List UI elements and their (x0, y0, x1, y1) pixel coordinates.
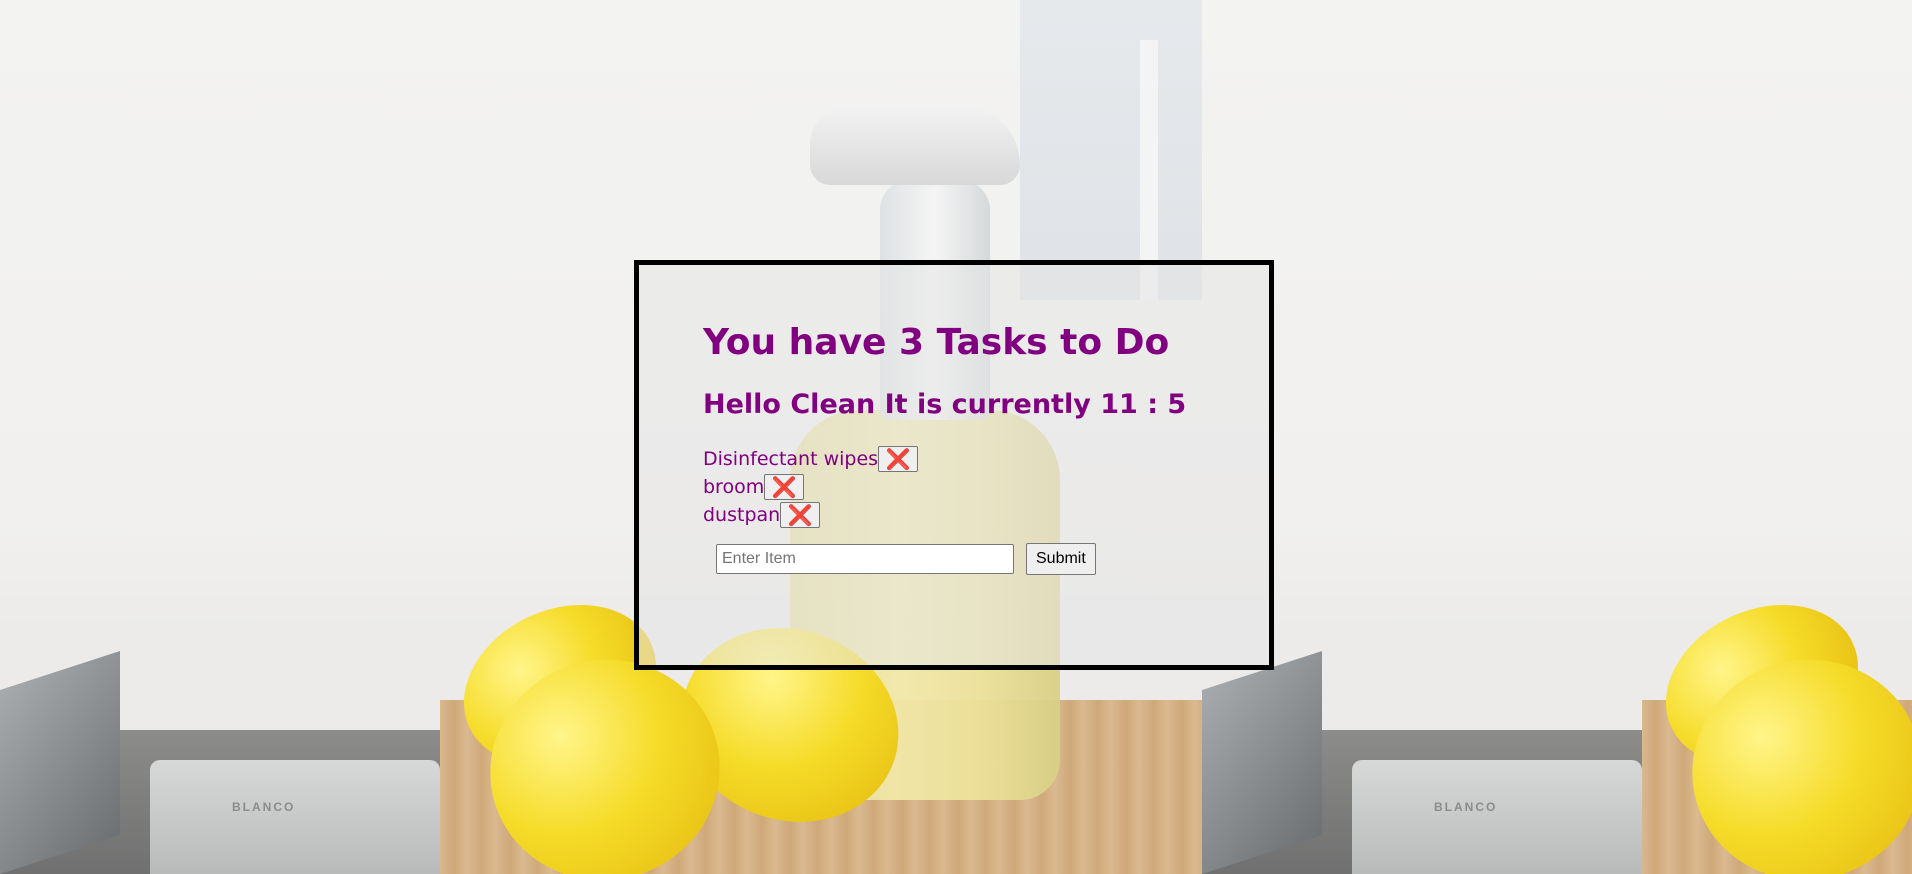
list-item: dustpan ❌ (703, 501, 1186, 529)
tasks-count-title: You have 3 Tasks to Do (703, 322, 1170, 363)
spray-nozzle (810, 105, 1020, 185)
todo-panel: You have 3 Tasks to Do Hello Clean It is… (634, 260, 1274, 670)
marble-block (1202, 651, 1322, 874)
add-item-form: Submit (716, 543, 1186, 575)
sink (1352, 760, 1642, 874)
todo-content: You have 3 Tasks to Do Hello Clean It is… (703, 325, 1186, 575)
task-label: dustpan (703, 504, 781, 526)
background-tile: BLANCO (1202, 0, 1912, 874)
list-item: Disinfectant wipes ❌ (703, 445, 1186, 473)
task-list: Disinfectant wipes ❌ broom ❌ dustpan ❌ (703, 445, 1186, 529)
delete-task-button[interactable]: ❌ (780, 502, 821, 528)
window (1020, 0, 1202, 300)
task-label: Disinfectant wipes (703, 448, 879, 470)
list-item: broom ❌ (703, 473, 1186, 501)
submit-button[interactable]: Submit (1026, 543, 1096, 575)
task-label: broom (703, 476, 765, 498)
item-input[interactable] (716, 544, 1014, 574)
sink-brand: BLANCO (1434, 800, 1498, 814)
sink-brand: BLANCO (232, 800, 296, 814)
close-icon: ❌ (771, 475, 797, 499)
delete-task-button[interactable]: ❌ (764, 474, 805, 500)
delete-task-button[interactable]: ❌ (878, 446, 919, 472)
marble-block (0, 651, 120, 874)
sink (150, 760, 440, 874)
close-icon: ❌ (885, 447, 911, 471)
greeting-clock: Hello Clean It is currently 11 : 5 (703, 389, 1187, 420)
close-icon: ❌ (787, 503, 813, 527)
